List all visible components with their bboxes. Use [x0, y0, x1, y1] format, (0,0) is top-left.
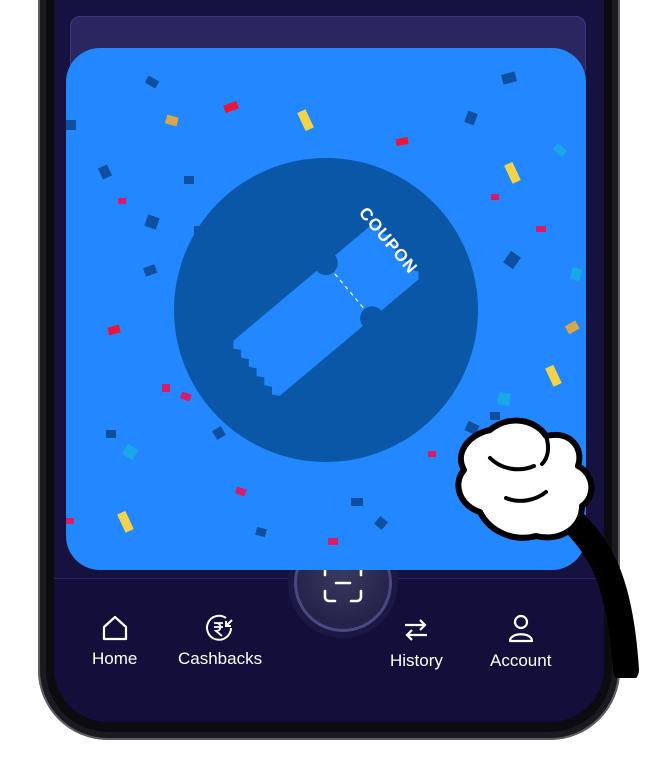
nav-home-label: Home [92, 649, 138, 668]
nav-history[interactable]: History [390, 615, 443, 671]
nav-cashbacks-label: Cashbacks [178, 649, 263, 668]
nav-history-label: History [390, 651, 443, 670]
swap-arrows-icon [405, 619, 428, 641]
home-icon [102, 615, 127, 641]
rupee-cashback-icon [206, 614, 233, 641]
pointing-hand-cursor [455, 417, 639, 678]
nav-cashbacks[interactable]: Cashbacks [178, 613, 262, 669]
nav-home[interactable]: Home [92, 613, 137, 669]
